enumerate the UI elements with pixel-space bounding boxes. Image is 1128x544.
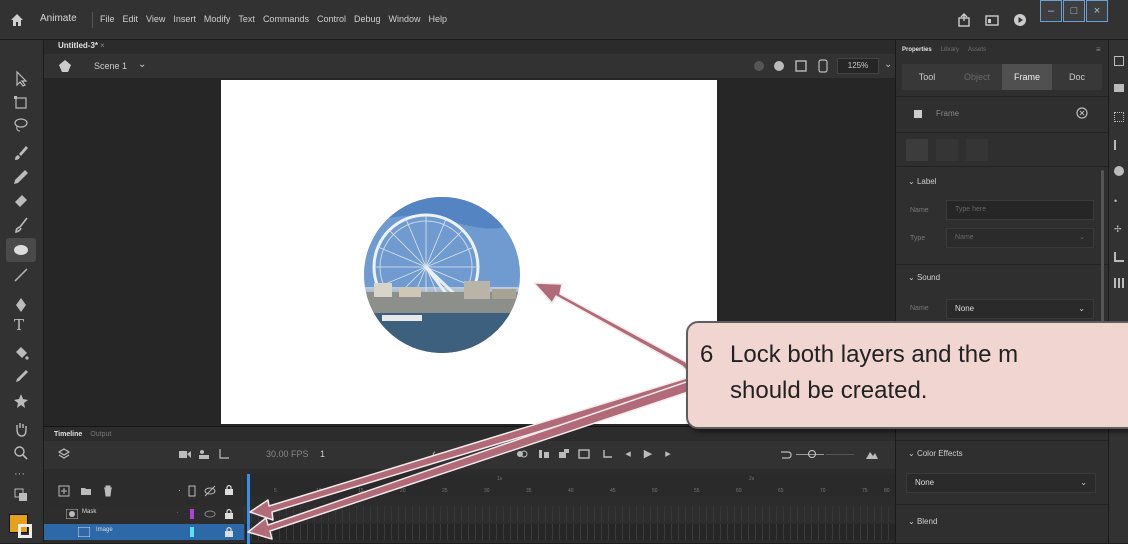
arrow-to-image bbox=[533, 282, 691, 375]
callout-arrows bbox=[247, 282, 695, 540]
instruction-callout: 6 Lock both layers and the m should be c… bbox=[686, 321, 1128, 429]
instruction-line-2: should be created. bbox=[730, 377, 928, 404]
instruction-line-1: Lock both layers and the m bbox=[730, 341, 1019, 368]
callout-layer: 6 Lock both layers and the m should be c… bbox=[0, 0, 1128, 543]
arrow-to-mask-lock bbox=[249, 376, 691, 521]
arrow-to-image-lock bbox=[247, 379, 695, 540]
step-number: 6 bbox=[700, 341, 714, 368]
